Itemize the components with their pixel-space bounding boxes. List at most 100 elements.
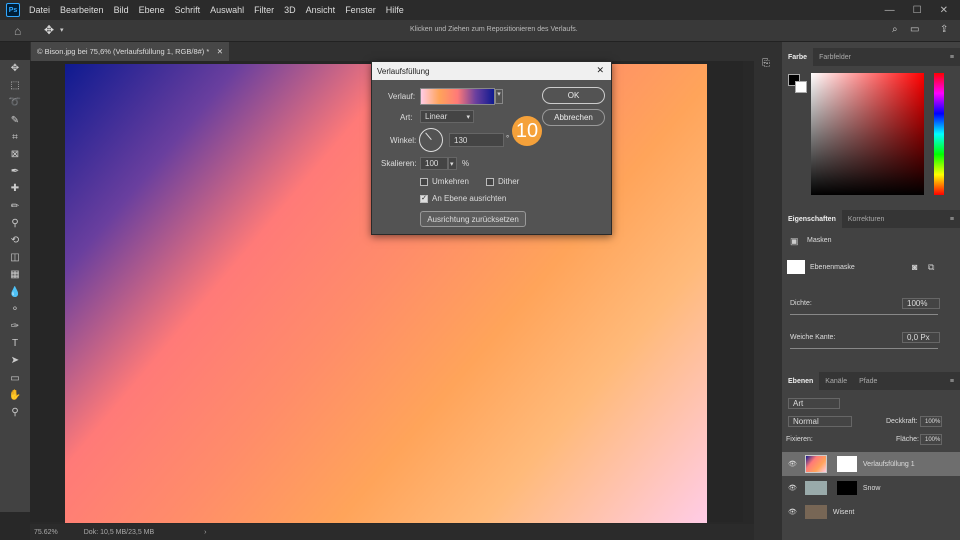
hue-slider[interactable] [934,73,944,195]
menu-ebene[interactable]: Ebene [134,5,170,15]
angle-field[interactable]: 130 [449,133,504,147]
eye-icon[interactable]: 👁 [788,484,797,492]
brush-tool-icon[interactable]: ✏ [0,198,30,215]
home-icon[interactable]: ⌂ [14,24,21,38]
gradient-picker[interactable] [420,88,495,105]
dodge-tool-icon[interactable]: ⚬ [0,301,30,318]
menu-hilfe[interactable]: Hilfe [381,5,409,15]
menu-fenster[interactable]: Fenster [340,5,381,15]
menu-ansicht[interactable]: Ansicht [301,5,341,15]
select-mask-icon[interactable]: ◙ [912,262,917,272]
menu-schrift[interactable]: Schrift [170,5,206,15]
workspace-icon[interactable]: ▭ [910,24,919,35]
quick-select-tool-icon[interactable]: ✎ [0,112,30,129]
dither-checkbox[interactable] [486,178,494,186]
layer-row-gradient-fill[interactable]: 👁 Verlaufsfüllung 1 [782,452,960,476]
menu-auswahl[interactable]: Auswahl [205,5,249,15]
reverse-checkbox[interactable] [420,178,428,186]
menu-bild[interactable]: Bild [109,5,134,15]
stamp-tool-icon[interactable]: ⚲ [0,215,30,232]
apply-mask-icon[interactable]: ⧉ [928,262,934,273]
color-picker-field[interactable] [811,73,924,195]
maximize-icon[interactable]: ☐ [913,5,922,16]
layer-row-wisent[interactable]: 👁 Wisent [782,500,960,524]
path-select-tool-icon[interactable]: ➤ [0,352,30,369]
tab-pfade[interactable]: Pfade [853,372,883,390]
rectangle-tool-icon[interactable]: ▭ [0,370,30,387]
tab-ebenen[interactable]: Ebenen [782,372,820,390]
background-color-swatch[interactable] [795,81,807,93]
share-icon[interactable]: ⇪ [940,24,948,35]
angle-dial-needle [425,132,432,140]
layers-panel-tabs: Ebenen Kanäle Pfade ≡ [782,372,960,390]
panel-menu-icon[interactable]: ≡ [950,54,954,61]
close-tab-icon[interactable]: ✕ [217,47,223,56]
reset-alignment-button[interactable]: Ausrichtung zurücksetzen [420,211,526,227]
color-panel-tabs: Farbe Farbfelder ≡ [782,48,960,66]
layer-row-snow[interactable]: 👁 Snow [782,476,960,500]
tab-farbe[interactable]: Farbe [782,48,814,66]
cancel-button[interactable]: Abbrechen [542,109,605,126]
pen-tool-icon[interactable]: ✑ [0,318,30,335]
dialog-title-bar: Verlaufsfüllung ✕ [372,62,611,80]
chevron-down-icon[interactable]: ▾ [495,89,503,104]
angle-value: 130 [454,135,468,145]
scale-field[interactable]: 100 [420,157,448,170]
ok-button[interactable]: OK [542,87,605,104]
menu-3d[interactable]: 3D [279,5,301,15]
chevron-right-icon[interactable]: › [204,529,206,536]
opacity-field[interactable]: 100% [920,416,942,427]
frame-tool-icon[interactable]: ⊠ [0,146,30,163]
move-tool-icon[interactable]: ✥ [44,23,54,37]
angle-dial[interactable] [419,128,443,152]
marquee-tool-icon[interactable]: ⬚ [0,77,30,94]
feather-slider[interactable] [790,348,938,349]
wisent-layer-thumbnail [804,505,827,519]
panel-menu-icon[interactable]: ≡ [950,216,954,223]
tab-korrekturen[interactable]: Korrekturen [842,210,891,228]
menu-filter[interactable]: Filter [249,5,279,15]
crop-tool-icon[interactable]: ⌗ [0,129,30,146]
align-with-layer-checkbox[interactable]: ✓ [420,195,428,203]
fill-field[interactable]: 100% [920,434,942,445]
panel-menu-icon[interactable]: ≡ [950,378,954,385]
zoom-tool-icon[interactable]: ⚲ [0,404,30,421]
ok-label: OK [567,91,580,100]
type-tool-icon[interactable]: T [0,335,30,352]
style-select[interactable]: Linear ▾ [420,110,474,123]
masks-label: Masken [807,237,832,244]
photoshop-logo-icon[interactable]: Ps [6,3,20,17]
history-brush-tool-icon[interactable]: ⟲ [0,232,30,249]
document-tab[interactable]: © Bison.jpg bei 75,6% (Verlaufsfüllung 1… [31,42,229,61]
chevron-down-icon[interactable]: ▾ [448,157,457,170]
eraser-tool-icon[interactable]: ◫ [0,249,30,266]
tab-kanaele[interactable]: Kanäle [819,372,853,390]
move-tool-icon[interactable]: ✥ [0,60,30,77]
eye-icon[interactable]: 👁 [788,508,797,516]
gradient-tool-icon[interactable]: ▦ [0,266,30,283]
tab-eigenschaften[interactable]: Eigenschaften [782,210,842,228]
density-slider[interactable] [790,314,938,315]
eyedropper-tool-icon[interactable]: ✒ [0,163,30,180]
eye-icon[interactable]: 👁 [788,460,797,468]
zoom-level[interactable]: 75.62% [34,529,58,536]
feather-field[interactable]: 0,0 Px [902,332,940,343]
blur-tool-icon[interactable]: 💧 [0,284,30,301]
blend-mode-select[interactable]: Normal [788,416,852,427]
lasso-tool-icon[interactable]: ➰ [0,94,30,111]
menu-bearbeiten[interactable]: Bearbeiten [55,5,109,15]
tab-farbfelder[interactable]: Farbfelder [813,48,857,66]
close-icon[interactable]: ✕ [940,5,948,16]
search-icon[interactable]: ⌕ [892,24,898,35]
chevron-down-icon[interactable]: ▾ [60,26,64,34]
layer-mask-thumbnail[interactable] [787,260,805,274]
density-field[interactable]: 100% [902,298,940,309]
minimize-icon[interactable]: — [885,5,895,16]
close-icon[interactable]: ✕ [596,65,604,76]
filter-kind-select[interactable]: Art [788,398,840,409]
history-icon[interactable]: ⎘ [762,58,770,69]
menu-datei[interactable]: Datei [24,5,55,15]
healing-tool-icon[interactable]: ✚ [0,180,30,197]
hand-tool-icon[interactable]: ✋ [0,387,30,404]
snow-layer-thumbnail [804,481,827,495]
